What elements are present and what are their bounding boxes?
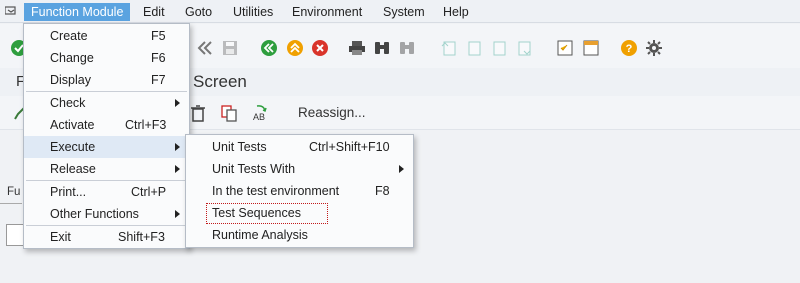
menu-function-module[interactable]: Function Module: [24, 3, 131, 21]
menu-item-label: Activate: [50, 118, 95, 132]
menu-item-shortcut: F7: [151, 73, 166, 87]
menu-item-shortcut: F5: [151, 29, 166, 43]
menu-item-shortcut: Ctrl+F3: [125, 118, 167, 132]
submenu-item-test-environment[interactable]: In the test environment F8: [186, 180, 413, 202]
menu-item-shortcut: Shift+F3: [118, 230, 165, 244]
exit-icon[interactable]: [286, 39, 304, 57]
menu-system[interactable]: System: [376, 3, 432, 21]
menu-item-label: Execute: [50, 140, 96, 154]
menu-edit[interactable]: Edit: [136, 3, 172, 21]
shortcut-icon[interactable]: [582, 39, 600, 57]
rewind-icon[interactable]: [196, 39, 214, 57]
function-module-input[interactable]: [6, 224, 24, 246]
menu-goto[interactable]: Goto: [178, 3, 219, 21]
svg-text:AB: AB: [253, 112, 265, 122]
find-icon[interactable]: [373, 39, 391, 57]
previous-page-icon[interactable]: [465, 39, 483, 57]
highlight-box: [206, 203, 328, 224]
page-title: Screen: [193, 72, 247, 91]
execute-submenu: Unit Tests Ctrl+Shift+F10 Unit Tests Wit…: [185, 134, 414, 248]
svg-text:?: ?: [626, 43, 633, 55]
copy-object-icon[interactable]: [220, 104, 238, 122]
delete-trash-icon[interactable]: [189, 104, 207, 122]
back-icon[interactable]: [260, 39, 278, 57]
menu-item-label: In the test environment: [212, 184, 340, 198]
menu-item-label: Display: [50, 73, 91, 87]
submenu-arrow-icon: [175, 99, 180, 107]
help-icon[interactable]: ?: [620, 39, 638, 57]
save-icon[interactable]: [221, 39, 239, 57]
submenu-item-unit-tests[interactable]: Unit Tests Ctrl+Shift+F10: [186, 136, 413, 158]
print-icon[interactable]: [348, 39, 366, 57]
menu-item-label: Release: [50, 162, 96, 176]
menu-item-shortcut: Ctrl+P: [131, 185, 167, 199]
reassign-button[interactable]: Reassign...: [298, 105, 366, 120]
menu-item-other-functions[interactable]: Other Functions: [24, 203, 189, 225]
menu-item-display[interactable]: Display F7: [24, 69, 189, 91]
first-page-icon[interactable]: [440, 39, 458, 57]
last-page-icon[interactable]: [515, 39, 533, 57]
menu-item-change[interactable]: Change F6: [24, 47, 189, 69]
submenu-arrow-icon: [175, 143, 180, 151]
system-menu-icon[interactable]: [5, 6, 17, 16]
divider-line: [0, 203, 22, 204]
find-next-icon[interactable]: [398, 39, 416, 57]
menu-item-label: Check: [50, 96, 86, 110]
submenu-item-unit-tests-with[interactable]: Unit Tests With: [186, 158, 413, 180]
menu-item-label: Runtime Analysis: [212, 228, 308, 242]
menu-item-create[interactable]: Create F5: [24, 25, 189, 47]
menu-help[interactable]: Help: [436, 3, 476, 21]
menu-item-shortcut: F6: [151, 51, 166, 65]
settings-gear-icon[interactable]: [645, 39, 663, 57]
menu-item-label: Print...: [50, 185, 87, 199]
function-module-field-label: Fu: [7, 186, 21, 198]
submenu-arrow-icon: [175, 210, 180, 218]
cancel-icon[interactable]: [311, 39, 329, 57]
next-page-icon[interactable]: [490, 39, 508, 57]
menu-item-label: Exit: [50, 230, 71, 244]
menu-environment[interactable]: Environment: [285, 3, 369, 21]
function-module-menu: Create F5 Change F6 Display F7 Check Act…: [23, 23, 190, 249]
menu-item-exit[interactable]: Exit Shift+F3: [24, 226, 189, 248]
menu-item-release[interactable]: Release: [24, 158, 189, 180]
submenu-arrow-icon: [175, 165, 180, 173]
menu-item-print[interactable]: Print... Ctrl+P: [24, 181, 189, 203]
menu-utilities[interactable]: Utilities: [226, 3, 280, 21]
menu-item-check[interactable]: Check: [24, 92, 189, 114]
menu-item-label: Create: [50, 29, 88, 43]
menu-item-label: Unit Tests: [212, 140, 267, 154]
menu-item-label: Unit Tests With: [212, 162, 296, 176]
submenu-item-runtime-analysis[interactable]: Runtime Analysis: [186, 224, 413, 246]
submenu-arrow-icon: [399, 165, 404, 173]
menu-item-shortcut: Ctrl+Shift+F10: [309, 140, 390, 154]
create-session-icon[interactable]: [556, 39, 574, 57]
menu-item-label: Other Functions: [50, 207, 139, 221]
menu-item-label: Change: [50, 51, 94, 65]
menu-item-activate[interactable]: Activate Ctrl+F3: [24, 114, 189, 136]
rename-icon[interactable]: AB: [251, 104, 269, 122]
menu-item-shortcut: F8: [375, 184, 390, 198]
menu-bar: Function Module Edit Goto Utilities Envi…: [0, 0, 800, 23]
menu-item-execute[interactable]: Execute: [24, 136, 189, 158]
